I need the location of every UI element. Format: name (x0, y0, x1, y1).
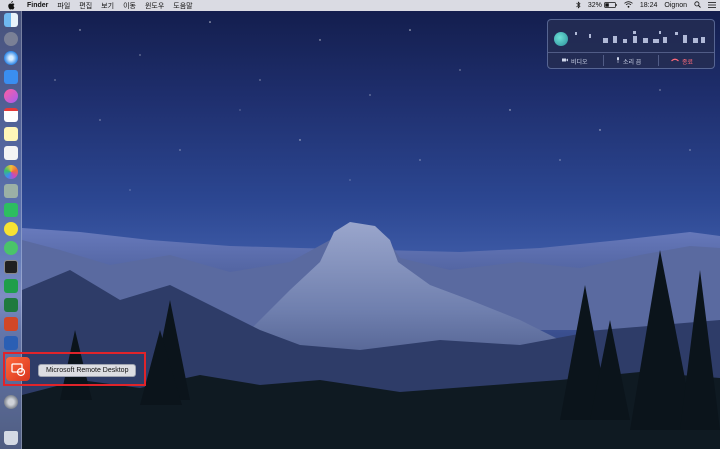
evernote-icon[interactable] (4, 203, 18, 217)
messages-icon[interactable] (4, 241, 18, 255)
camera-icon (562, 58, 568, 64)
calendar-icon[interactable] (4, 108, 18, 122)
reminders-icon[interactable] (4, 146, 18, 160)
apple-menu-icon[interactable] (6, 1, 16, 11)
menu-window[interactable]: 윈도우 (145, 1, 164, 11)
menu-view[interactable]: 보기 (101, 1, 114, 11)
video-label: 비디오 (571, 59, 588, 66)
menu-help[interactable]: 도움말 (173, 1, 192, 11)
facetime-icon[interactable] (4, 184, 18, 198)
menu-bar: Finder 파일 편집 보기 이동 윈도우 도움말 32% 18:24 Oig… (0, 0, 720, 11)
caller-name-redacted (575, 31, 705, 43)
terminal-icon[interactable] (4, 260, 18, 274)
menu-file[interactable]: 파일 (57, 1, 70, 11)
menu-go[interactable]: 이동 (123, 1, 136, 11)
safari-icon[interactable] (4, 51, 18, 65)
notification-center-icon[interactable] (708, 1, 716, 10)
user-name[interactable]: Oignon (664, 2, 687, 9)
microphone-icon (616, 57, 620, 65)
wifi-icon[interactable] (624, 1, 633, 10)
notes-icon[interactable] (4, 127, 18, 141)
annotation-highlight-box (3, 352, 146, 386)
photos-icon[interactable] (4, 165, 18, 179)
battery-percent[interactable]: 32% (588, 2, 602, 9)
mute-button[interactable]: 소리 끔 (616, 55, 641, 67)
music-icon[interactable] (4, 89, 18, 103)
word-icon[interactable] (4, 336, 18, 350)
call-widget-separator (603, 55, 604, 66)
menu-app-name[interactable]: Finder (27, 2, 48, 9)
mail-icon[interactable] (4, 70, 18, 84)
kakaotalk-icon[interactable] (4, 222, 18, 236)
mute-label: 소리 끔 (623, 59, 642, 66)
menu-edit[interactable]: 편집 (79, 1, 92, 11)
call-widget: 비디오 소리 끔 종료 (547, 19, 715, 69)
call-widget-separator (658, 55, 659, 66)
finder-icon[interactable] (4, 13, 18, 27)
end-call-button[interactable]: 종료 (671, 55, 693, 67)
status-area: 32% 18:24 Oignon (569, 0, 716, 11)
clock[interactable]: 18:24 (640, 2, 658, 9)
trash-icon[interactable] (4, 431, 18, 445)
hang-up-icon (671, 58, 679, 64)
caller-avatar (554, 32, 568, 46)
call-widget-divider (548, 52, 714, 53)
battery-icon[interactable] (604, 1, 617, 10)
launchpad-icon[interactable] (4, 32, 18, 46)
video-button[interactable]: 비디오 (562, 55, 588, 67)
powerpoint-icon[interactable] (4, 317, 18, 331)
numbers-icon[interactable] (4, 279, 18, 293)
excel-icon[interactable] (4, 298, 18, 312)
end-call-label: 종료 (682, 59, 694, 66)
spotlight-icon[interactable] (694, 1, 701, 10)
system-preferences-icon[interactable] (4, 395, 18, 409)
bluetooth-icon[interactable] (576, 0, 581, 11)
